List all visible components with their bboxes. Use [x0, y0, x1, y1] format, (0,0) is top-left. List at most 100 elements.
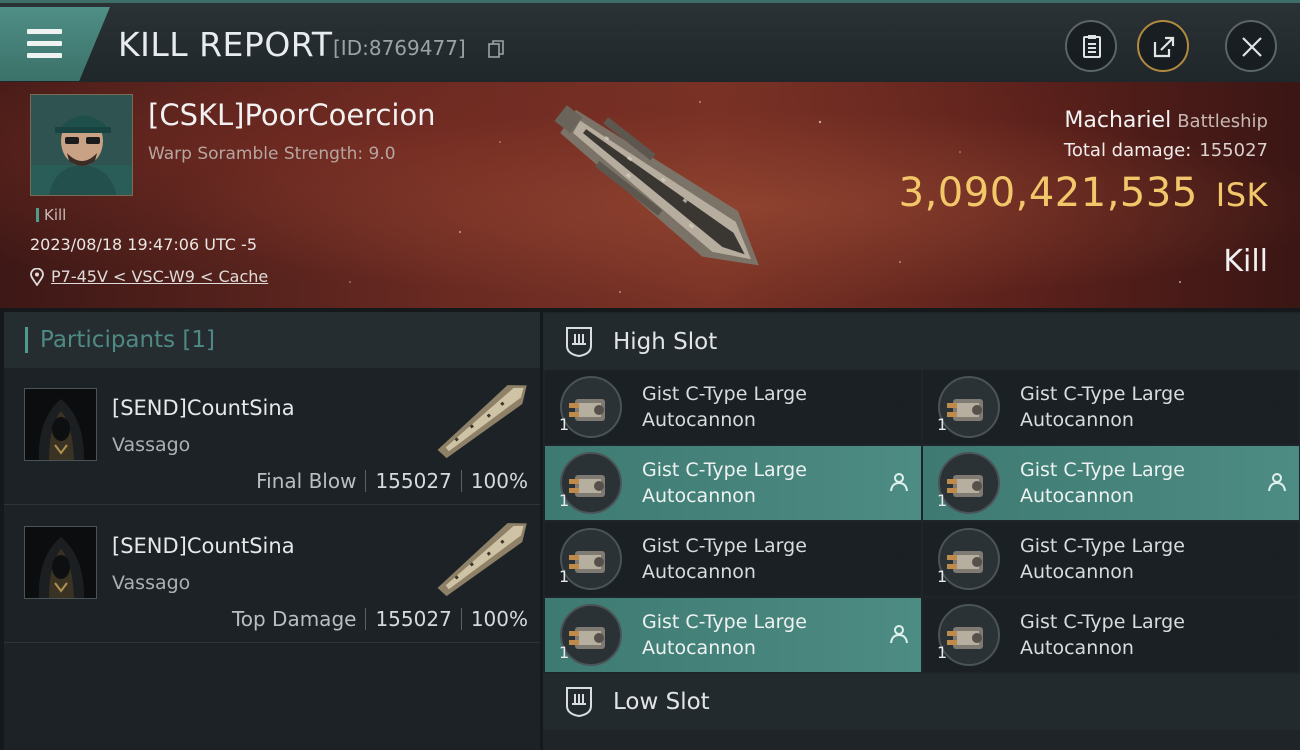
participant-role: Top Damage [231, 607, 357, 631]
module-quantity: 1 [937, 567, 948, 586]
participant-ship-image[interactable] [429, 513, 539, 603]
high-slot-module[interactable]: 1 Gist C-Type Large Autocannon [545, 370, 921, 444]
module-quantity: 1 [937, 643, 948, 662]
high-slot-module[interactable]: 1 Gist C-Type Large Autocannon [923, 598, 1299, 672]
participant-role: Final Blow [256, 469, 357, 493]
victim-ship-image[interactable] [530, 90, 790, 305]
dropped-person-icon [1268, 473, 1286, 492]
module-name-line2: Autocannon [1020, 409, 1134, 431]
isk-amount: 3,090,421,535 [898, 170, 1198, 216]
clipboard-icon [1083, 35, 1101, 58]
participant-damage: 155027 [375, 607, 452, 631]
warp-scramble-strength: Warp Soramble Strength: 9.0 [148, 144, 396, 164]
isk-unit: ISK [1215, 176, 1268, 214]
high-slot-module[interactable]: 1 Gist C-Type Large Autocannon [545, 446, 921, 520]
participant-damage: 155027 [375, 469, 452, 493]
module-quantity: 1 [937, 491, 948, 510]
participant-row[interactable]: [SEND]CountSina Vassago Final Blow 15502… [4, 370, 540, 505]
participant-ship: Vassago [112, 572, 191, 594]
module-name: Gist C-Type Large Autocannon [1020, 533, 1185, 585]
module-name: Gist C-Type Large Autocannon [1020, 381, 1185, 433]
menu-icon [27, 29, 62, 34]
module-name-line2: Autocannon [642, 637, 756, 659]
high-slot-module[interactable]: 1 Gist C-Type Large Autocannon [545, 522, 921, 596]
page-title: KILL REPORT [118, 25, 333, 64]
destroyed-x-icon [891, 398, 907, 414]
module-name-line2: Autocannon [1020, 485, 1134, 507]
result-label: Kill [1223, 244, 1268, 279]
victim-ship-name: Machariel Battleship [1064, 108, 1268, 133]
share-button[interactable] [1137, 20, 1189, 72]
close-icon [1242, 37, 1262, 57]
victim-name[interactable]: [CSKL]PoorCoercion [148, 98, 436, 132]
participant-percent: 100% [470, 469, 528, 493]
participant-ship: Vassago [112, 434, 191, 456]
location-path[interactable]: P7-45V < VSC-W9 < Cache [51, 267, 268, 286]
low-slot-label: Low Slot [613, 689, 710, 715]
clipboard-button[interactable] [1065, 20, 1117, 72]
header-accent [25, 327, 28, 353]
module-name-line2: Autocannon [642, 561, 756, 583]
high-slot-module[interactable]: 1 Gist C-Type Large Autocannon [923, 370, 1299, 444]
module-name: Gist C-Type Large Autocannon [642, 533, 807, 585]
total-damage: Total damage: 155027 [1064, 140, 1268, 161]
participants-title: Participants [1] [40, 327, 215, 353]
menu-button[interactable] [0, 7, 110, 81]
share-icon [1153, 36, 1175, 58]
kill-datetime: 2023/08/18 19:47:06 UTC -5 [30, 235, 258, 254]
module-quantity: 1 [559, 415, 570, 434]
module-name-line2: Autocannon [642, 485, 756, 507]
divider [460, 470, 462, 492]
copy-icon[interactable] [488, 40, 504, 58]
module-name: Gist C-Type Large Autocannon [1020, 609, 1185, 661]
module-quantity: 1 [937, 415, 948, 434]
title-bar: KILL REPORT [ID:8769477] [0, 0, 1300, 82]
victim-portrait[interactable] [30, 94, 133, 196]
location-pin-icon [30, 267, 44, 286]
module-name-line1: Gist C-Type Large [642, 383, 807, 405]
ship-type[interactable]: Machariel [1064, 108, 1171, 133]
participant-avatar[interactable] [24, 388, 97, 461]
participant-row[interactable]: [SEND]CountSina Vassago Top Damage 15502… [4, 508, 540, 643]
module-quantity: 1 [559, 567, 570, 586]
kill-location-link[interactable]: P7-45V < VSC-W9 < Cache [30, 267, 268, 286]
participants-header[interactable]: Participants [1] [4, 312, 540, 368]
module-name-line1: Gist C-Type Large [642, 611, 807, 633]
module-name: Gist C-Type Large Autocannon [642, 457, 807, 509]
total-damage-value: 155027 [1199, 140, 1268, 161]
hooded-figure-avatar [25, 527, 96, 598]
victim-banner: [CSKL]PoorCoercion Warp Soramble Strengt… [0, 82, 1300, 308]
close-button[interactable] [1225, 20, 1277, 72]
divider [460, 608, 462, 630]
menu-icon-line [27, 53, 62, 58]
module-quantity: 1 [559, 643, 570, 662]
module-name-line1: Gist C-Type Large [1020, 535, 1185, 557]
total-damage-label: Total damage: [1063, 140, 1192, 161]
isk-value: 3,090,421,535 ISK [899, 170, 1268, 216]
module-name-line1: Gist C-Type Large [1020, 459, 1185, 481]
low-slot-icon [566, 687, 592, 718]
participants-panel: Participants [1] [SEND]CountSina Vassago… [4, 312, 540, 750]
module-name: Gist C-Type Large Autocannon [642, 609, 807, 661]
high-slot-module[interactable]: 1 Gist C-Type Large Autocannon [923, 446, 1299, 520]
divider [365, 470, 367, 492]
fitting-panel: High Slot 1 Gist C-Type Large Autocannon 1 G… [543, 312, 1300, 750]
participant-stats: Final Blow 155027 100% [256, 469, 528, 493]
participant-ship-image[interactable] [429, 375, 539, 465]
high-slot-module[interactable]: 1 Gist C-Type Large Autocannon [923, 522, 1299, 596]
participant-avatar[interactable] [24, 526, 97, 599]
participant-name[interactable]: [SEND]CountSina [112, 396, 295, 420]
dropped-person-icon [890, 473, 908, 492]
module-name-line1: Gist C-Type Large [1020, 383, 1185, 405]
high-slot-header[interactable]: High Slot [543, 314, 1300, 370]
module-quantity: 1 [559, 491, 570, 510]
module-name-line1: Gist C-Type Large [1020, 611, 1185, 633]
destroyed-x-icon [1269, 626, 1285, 642]
divider [365, 608, 367, 630]
low-slot-header[interactable]: Low Slot [543, 674, 1300, 730]
module-name-line1: Gist C-Type Large [642, 459, 807, 481]
destroyed-x-icon [1269, 550, 1285, 566]
module-name-line1: Gist C-Type Large [642, 535, 807, 557]
participant-name[interactable]: [SEND]CountSina [112, 534, 295, 558]
high-slot-module[interactable]: 1 Gist C-Type Large Autocannon [545, 598, 921, 672]
